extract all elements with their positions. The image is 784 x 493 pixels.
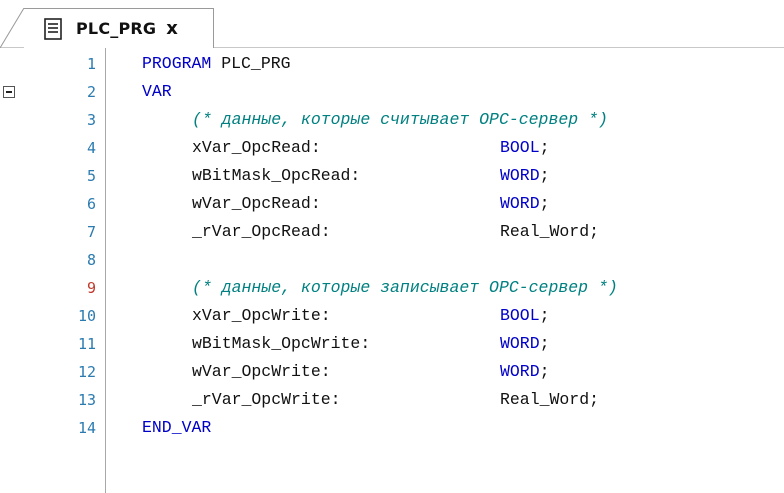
line-number: 14 [77,419,96,437]
variable-name: _rVar_OpcRead: [192,222,331,241]
keyword: END_VAR [142,418,212,437]
document-icon [42,17,64,41]
code-editor[interactable]: 1 PROGRAM PLC_PRG 2 VAR 3 (* данные, которые … [0,48,784,493]
keyword: VAR [142,82,172,101]
variable-type: Real_Word [500,390,590,409]
semicolon: ; [539,306,550,325]
code-line[interactable]: 4 xVar_OpcRead: BOOL; [0,134,784,162]
code-line[interactable]: 7 _rVar_OpcRead: Real_Word; [0,218,784,246]
variable-name: wBitMask_OpcWrite: [192,334,371,353]
code-line[interactable]: 14 END_VAR [0,414,784,442]
line-number: 10 [77,307,96,325]
variable-declaration: xVar_OpcWrite: BOOL; [192,302,550,330]
line-number: 9 [86,279,96,297]
comment: (* данные, которые записывает OPC-сервер… [192,278,618,297]
variable-declaration: wBitMask_OpcWrite: WORD; [192,330,550,358]
code-statement: PROGRAM PLC_PRG [142,50,291,78]
line-number: 6 [86,195,96,213]
tab-title: PLC_PRG [76,19,157,38]
line-number: 13 [77,391,96,409]
code-line[interactable]: 9 (* данные, которые записывает OPC-серве… [0,274,784,302]
code-line[interactable]: 11 wBitMask_OpcWrite: WORD; [0,330,784,358]
code-line[interactable]: 1 PROGRAM PLC_PRG [0,50,784,78]
variable-name: xVar_OpcWrite: [192,306,331,325]
collapse-icon[interactable] [3,86,15,98]
code-line[interactable]: 6 wVar_OpcRead: WORD; [0,190,784,218]
code-line[interactable]: 8 [0,246,784,274]
variable-name: wVar_OpcWrite: [192,362,331,381]
variable-declaration: _rVar_OpcRead: Real_Word; [192,218,599,246]
variable-declaration: xVar_OpcRead: BOOL; [192,134,550,162]
variable-type: BOOL [500,306,540,325]
variable-declaration: wVar_OpcWrite: WORD; [192,358,550,386]
variable-declaration: _rVar_OpcWrite: Real_Word; [192,386,599,414]
variable-name: wVar_OpcRead: [192,194,321,213]
line-number: 11 [77,335,96,353]
line-number: 12 [77,363,96,381]
variable-type: Real_Word [500,222,590,241]
semicolon: ; [539,166,550,185]
variable-type: WORD [500,166,540,185]
semicolon: ; [539,194,550,213]
tab-plc-prg[interactable]: PLC_PRG x [24,8,214,48]
line-number: 4 [86,139,96,157]
editor-tab-bar: PLC_PRG x [0,0,784,48]
variable-declaration: wBitMask_OpcRead: WORD; [192,162,550,190]
tab-close-icon[interactable]: x [166,19,178,38]
code-line[interactable]: 12 wVar_OpcWrite: WORD; [0,358,784,386]
comment: (* данные, которые считывает OPC-сервер … [192,110,608,129]
code-comment: (* данные, которые записывает OPC-сервер… [192,274,618,302]
variable-name: _rVar_OpcWrite: [192,390,341,409]
code-line[interactable]: 10 xVar_OpcWrite: BOOL; [0,302,784,330]
variable-type: WORD [500,194,540,213]
line-number: 5 [86,167,96,185]
semicolon: ; [539,138,550,157]
line-number: 8 [86,251,96,269]
code-comment: (* данные, которые считывает OPC-сервер … [192,106,608,134]
line-number: 1 [86,55,96,73]
variable-name: wBitMask_OpcRead: [192,166,361,185]
line-number: 3 [86,111,96,129]
code-line[interactable]: 3 (* данные, которые считывает OPC-сервер… [0,106,784,134]
semicolon: ; [539,362,550,381]
variable-type: WORD [500,334,540,353]
variable-type: BOOL [500,138,540,157]
tab-slant-edge [0,8,24,48]
keyword: PROGRAM [142,54,212,73]
line-number: 2 [86,83,96,101]
semicolon: ; [589,222,600,241]
code-keyword-line: END_VAR [142,414,211,442]
identifier: PLC_PRG [211,54,291,73]
code-line[interactable]: 13 _rVar_OpcWrite: Real_Word; [0,386,784,414]
code-line[interactable]: 5 wBitMask_OpcRead: WORD; [0,162,784,190]
semicolon: ; [589,390,600,409]
variable-type: WORD [500,362,540,381]
code-line[interactable]: 2 VAR [0,78,784,106]
variable-declaration: wVar_OpcRead: WORD; [192,190,550,218]
code-keyword-line: VAR [142,78,172,106]
line-number: 7 [86,223,96,241]
variable-name: xVar_OpcRead: [192,138,321,157]
semicolon: ; [539,334,550,353]
